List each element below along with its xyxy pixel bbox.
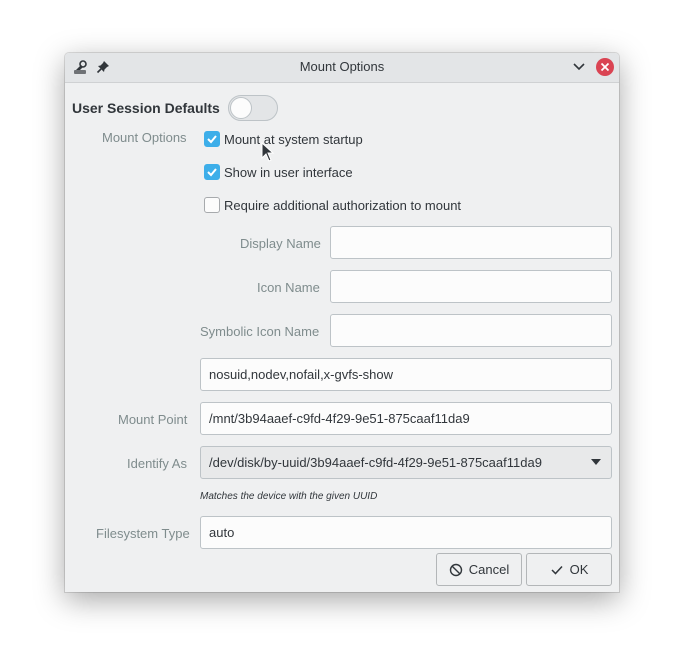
icon-name-input[interactable]: [330, 270, 612, 303]
mount-options-input[interactable]: nosuid,nodev,nofail,x-gvfs-show: [200, 358, 612, 391]
chevron-down-icon[interactable]: [572, 60, 586, 74]
ok-label: OK: [569, 562, 589, 577]
mount-options-label: Mount Options: [102, 130, 187, 145]
checkmark-icon: [551, 565, 563, 575]
identify-as-label: Identify As: [127, 456, 187, 471]
icon-name-label: Icon Name: [257, 280, 320, 295]
identify-as-select[interactable]: /dev/disk/by-uuid/3b94aaef-c9fd-4f29-9e5…: [200, 446, 612, 479]
mount-point-label: Mount Point: [118, 412, 188, 427]
mount-options-dialog: Mount Options User Session Defaults Moun…: [65, 53, 619, 592]
display-name-input[interactable]: [330, 226, 612, 259]
switch-knob: [230, 97, 252, 119]
mount-at-startup-checkbox[interactable]: [204, 131, 220, 147]
titlebar: Mount Options: [65, 53, 619, 83]
identify-as-hint: Matches the device with the given UUID: [200, 491, 378, 502]
close-icon: [600, 62, 610, 72]
checkmark-icon: [207, 168, 217, 177]
symbolic-icon-name-label: Symbolic Icon Name: [200, 324, 320, 339]
show-in-ui-checkbox[interactable]: [204, 164, 220, 180]
user-session-defaults-label: User Session Defaults: [72, 100, 220, 116]
require-auth-checkbox[interactable]: [204, 197, 220, 213]
cancel-icon: [449, 563, 462, 576]
ok-button[interactable]: OK: [526, 553, 612, 586]
show-in-ui-label[interactable]: Show in user interface: [224, 165, 353, 180]
chevron-down-icon: [591, 459, 601, 465]
identify-as-value: /dev/disk/by-uuid/3b94aaef-c9fd-4f29-9e5…: [209, 455, 542, 470]
mount-at-startup-label[interactable]: Mount at system startup: [224, 132, 363, 147]
close-button[interactable]: [596, 58, 614, 76]
checkmark-icon: [207, 135, 217, 144]
symbolic-icon-name-input[interactable]: [330, 314, 612, 347]
mouse-cursor-icon: [261, 142, 275, 162]
display-name-label: Display Name: [240, 236, 321, 251]
user-session-defaults-switch[interactable]: [228, 95, 278, 121]
require-auth-label[interactable]: Require additional authorization to moun…: [224, 198, 461, 213]
cancel-label: Cancel: [468, 562, 510, 577]
cancel-button[interactable]: Cancel: [436, 553, 522, 586]
filesystem-type-label: Filesystem Type: [96, 526, 190, 541]
filesystem-type-input[interactable]: auto: [200, 516, 612, 549]
window-title: Mount Options: [299, 59, 385, 74]
mount-point-input[interactable]: /mnt/3b94aaef-c9fd-4f29-9e51-875caaf11da…: [200, 402, 612, 435]
